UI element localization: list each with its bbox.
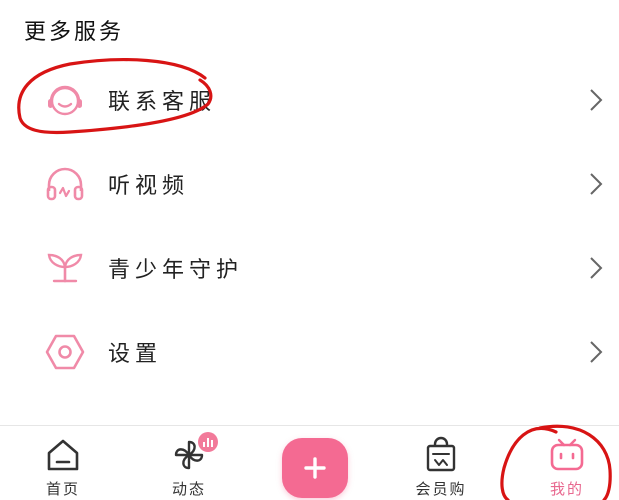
tab-home[interactable]: 首页	[18, 426, 108, 500]
menu-item-contact-support[interactable]: 联系客服	[0, 58, 619, 142]
publish-plus-button[interactable]	[282, 438, 348, 498]
menu-item-label: 听视频	[108, 174, 190, 199]
gear-icon	[45, 334, 85, 370]
tab-label: 会员购	[415, 480, 467, 498]
tab-label: 动态	[171, 480, 206, 498]
sprout-icon	[47, 253, 83, 283]
shopping-bag-icon	[426, 436, 456, 472]
menu-item-label: 青少年守护	[108, 258, 244, 283]
menu-item-youth-protection[interactable]: 青少年守护	[0, 226, 619, 310]
tab-mine[interactable]: 我的	[522, 426, 612, 500]
chevron-right-icon	[590, 89, 603, 111]
bottom-tab-bar: 首页 动态 会员购 我的	[0, 425, 619, 500]
bar-chart-icon	[203, 438, 213, 447]
notification-badge	[198, 432, 218, 452]
chevron-right-icon	[590, 257, 603, 279]
headphones-icon	[46, 167, 84, 201]
menu-item-settings[interactable]: 设置	[0, 310, 619, 394]
section-title: 更多服务	[24, 20, 125, 45]
menu-item-listen-video[interactable]: 听视频	[0, 142, 619, 226]
tab-label: 我的	[549, 480, 584, 498]
tv-mascot-icon	[550, 438, 584, 471]
more-services-menu: 联系客服 听视频 青少年守护 设置	[0, 58, 619, 394]
home-icon	[47, 439, 79, 471]
menu-item-label: 联系客服	[108, 90, 217, 115]
chevron-right-icon	[590, 341, 603, 363]
menu-item-label: 设置	[108, 342, 163, 367]
headset-icon	[48, 85, 82, 116]
chevron-right-icon	[590, 173, 603, 195]
tab-dynamic[interactable]: 动态	[144, 426, 234, 500]
plus-icon	[304, 457, 326, 479]
tab-label: 首页	[45, 480, 80, 498]
tab-member-shop[interactable]: 会员购	[396, 426, 486, 500]
